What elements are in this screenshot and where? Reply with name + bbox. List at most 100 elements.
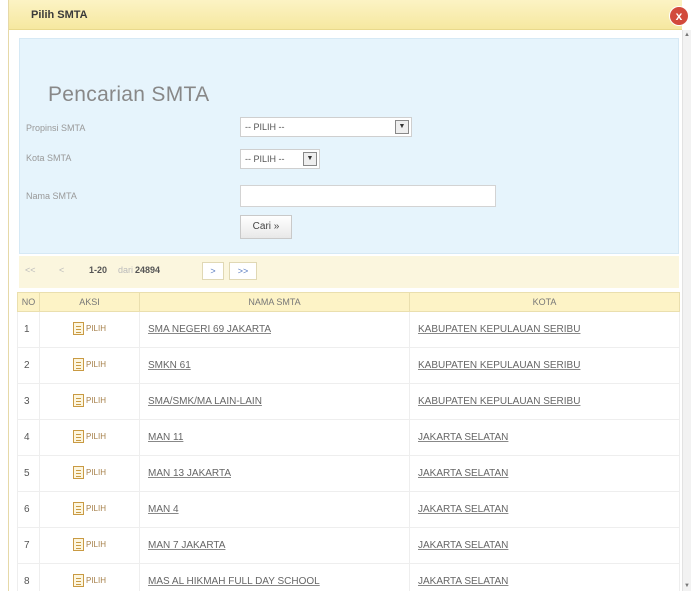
edit-document-icon bbox=[72, 501, 84, 515]
next-page-button[interactable]: > bbox=[202, 262, 224, 280]
pilih-button[interactable]: PILIH bbox=[72, 537, 106, 551]
table-header-row: NO AKSI NAMA SMTA KOTA bbox=[17, 292, 680, 312]
row-number: 7 bbox=[17, 527, 40, 564]
kota-cell: KABUPATEN KEPULAUAN SERIBU bbox=[409, 383, 680, 420]
row-number: 8 bbox=[17, 563, 40, 591]
pilih-label: PILIH bbox=[85, 323, 106, 333]
total-count: 24894 bbox=[135, 265, 161, 275]
nama-smta-input[interactable] bbox=[240, 185, 496, 207]
edit-document-icon bbox=[72, 321, 84, 335]
pilih-button[interactable]: PILIH bbox=[72, 573, 106, 587]
header-nama-smta: NAMA SMTA bbox=[139, 292, 410, 312]
row-number: 2 bbox=[17, 347, 40, 384]
kota-cell: JAKARTA SELATAN bbox=[409, 527, 680, 564]
page-range: 1-20 bbox=[89, 265, 108, 275]
last-page-button[interactable]: >> bbox=[229, 262, 257, 280]
pilih-button[interactable]: PILIH bbox=[72, 321, 106, 335]
row-number: 3 bbox=[17, 383, 40, 420]
row-action-cell: PILIH bbox=[39, 527, 140, 564]
kota-select-value: -- PILIH -- bbox=[245, 154, 285, 164]
propinsi-select-value: -- PILIH -- bbox=[245, 122, 285, 132]
pilih-label: PILIH bbox=[85, 503, 106, 513]
table-row: 6 PILIH MAN 4 JAKARTA SELATAN bbox=[17, 491, 680, 528]
nama-smta-link[interactable]: MAN 4 bbox=[148, 504, 179, 515]
nama-smta-link[interactable]: MAS AL HIKMAH FULL DAY SCHOOL bbox=[148, 576, 320, 587]
dialog-title: Pilih SMTA bbox=[31, 8, 88, 21]
search-panel: Pencarian SMTA Propinsi SMTA -- PILIH --… bbox=[19, 38, 679, 254]
nama-smta-link[interactable]: MAN 13 JAKARTA bbox=[148, 468, 231, 479]
edit-document-icon bbox=[72, 537, 84, 551]
pilih-label: PILIH bbox=[85, 539, 106, 549]
prev-page-link[interactable]: < bbox=[59, 265, 64, 275]
kota-link[interactable]: JAKARTA SELATAN bbox=[418, 504, 508, 515]
nama-smta-link[interactable]: SMKN 61 bbox=[148, 360, 191, 371]
table-row: 4 PILIH MAN 11 JAKARTA SELATAN bbox=[17, 419, 680, 456]
row-action-cell: PILIH bbox=[39, 383, 140, 420]
kota-link[interactable]: KABUPATEN KEPULAUAN SERIBU bbox=[418, 396, 580, 407]
pilih-label: PILIH bbox=[85, 575, 106, 585]
pilih-button[interactable]: PILIH bbox=[72, 501, 106, 515]
table-row: 1 PILIH SMA NEGERI 69 JAKARTA KABUPATEN KEP… bbox=[17, 311, 680, 348]
header-no: NO bbox=[17, 292, 40, 312]
kota-link[interactable]: JAKARTA SELATAN bbox=[418, 576, 508, 587]
edit-document-icon bbox=[72, 465, 84, 479]
dialog-titlebar[interactable]: Pilih SMTA bbox=[9, 0, 682, 30]
pagination-bar: << < 1-20 dari 24894 > >> bbox=[19, 256, 679, 288]
row-action-cell: PILIH bbox=[39, 419, 140, 456]
pilih-button[interactable]: PILIH bbox=[72, 465, 106, 479]
close-icon[interactable]: x bbox=[670, 7, 688, 25]
row-action-cell: PILIH bbox=[39, 563, 140, 591]
kota-link[interactable]: KABUPATEN KEPULAUAN SERIBU bbox=[418, 360, 580, 371]
row-number: 1 bbox=[17, 311, 40, 348]
kota-select[interactable]: -- PILIH -- ▼ bbox=[240, 149, 320, 169]
nama-label: Nama SMTA bbox=[26, 191, 77, 201]
table-row: 7 PILIH MAN 7 JAKARTA JAKARTA SELATAN bbox=[17, 527, 680, 564]
propinsi-label: Propinsi SMTA bbox=[26, 123, 86, 133]
header-kota: KOTA bbox=[409, 292, 680, 312]
nama-smta-link[interactable]: MAN 7 JAKARTA bbox=[148, 540, 225, 551]
pilih-button[interactable]: PILIH bbox=[72, 357, 106, 371]
cari-button[interactable]: Cari » bbox=[240, 215, 292, 239]
row-number: 6 bbox=[17, 491, 40, 528]
scroll-up-icon[interactable]: ▲ bbox=[684, 32, 690, 38]
table-row: 8 PILIH MAS AL HIKMAH FULL DAY SCHOOL JAKAR… bbox=[17, 563, 680, 591]
kota-cell: JAKARTA SELATAN bbox=[409, 563, 680, 591]
search-heading: Pencarian SMTA bbox=[48, 83, 210, 106]
kota-label: Kota SMTA bbox=[26, 153, 72, 163]
edit-document-icon bbox=[72, 573, 84, 587]
first-page-link[interactable]: << bbox=[25, 265, 36, 275]
nama-smta-cell: MAS AL HIKMAH FULL DAY SCHOOL bbox=[139, 563, 410, 591]
pilih-label: PILIH bbox=[85, 359, 106, 369]
smta-table: NO AKSI NAMA SMTA KOTA 1 PILIH SMA NEGERI … bbox=[17, 292, 680, 591]
nama-smta-cell: MAN 11 bbox=[139, 419, 410, 456]
table-row: 3 PILIH SMA/SMK/MA LAIN-LAIN KABUPATEN KEPU… bbox=[17, 383, 680, 420]
edit-document-icon bbox=[72, 393, 84, 407]
nama-smta-cell: MAN 13 JAKARTA bbox=[139, 455, 410, 492]
row-action-cell: PILIH bbox=[39, 455, 140, 492]
kota-link[interactable]: JAKARTA SELATAN bbox=[418, 432, 508, 443]
row-number: 5 bbox=[17, 455, 40, 492]
row-number: 4 bbox=[17, 419, 40, 456]
pilih-button[interactable]: PILIH bbox=[72, 429, 106, 443]
edit-document-icon bbox=[72, 429, 84, 443]
row-action-cell: PILIH bbox=[39, 311, 140, 348]
pilih-button[interactable]: PILIH bbox=[72, 393, 106, 407]
nama-smta-link[interactable]: SMA/SMK/MA LAIN-LAIN bbox=[148, 396, 262, 407]
pilih-smta-dialog: Pilih SMTA Pencarian SMTA Propinsi SMTA … bbox=[8, 0, 682, 591]
chevron-down-icon: ▼ bbox=[395, 120, 409, 134]
header-aksi: AKSI bbox=[39, 292, 140, 312]
kota-link[interactable]: JAKARTA SELATAN bbox=[418, 540, 508, 551]
edit-document-icon bbox=[72, 357, 84, 371]
nama-smta-link[interactable]: SMA NEGERI 69 JAKARTA bbox=[148, 324, 271, 335]
scroll-down-icon[interactable]: ▼ bbox=[684, 583, 690, 589]
nama-smta-cell: SMA/SMK/MA LAIN-LAIN bbox=[139, 383, 410, 420]
nama-smta-link[interactable]: MAN 11 bbox=[148, 432, 183, 443]
nama-smta-cell: SMKN 61 bbox=[139, 347, 410, 384]
scrollbar[interactable]: ▲ ▼ bbox=[682, 30, 691, 591]
propinsi-select[interactable]: -- PILIH -- ▼ bbox=[240, 117, 412, 137]
kota-link[interactable]: JAKARTA SELATAN bbox=[418, 468, 508, 479]
table-row: 5 PILIH MAN 13 JAKARTA JAKARTA SELATAN bbox=[17, 455, 680, 492]
kota-cell: JAKARTA SELATAN bbox=[409, 455, 680, 492]
kota-cell: JAKARTA SELATAN bbox=[409, 491, 680, 528]
kota-link[interactable]: KABUPATEN KEPULAUAN SERIBU bbox=[418, 324, 580, 335]
